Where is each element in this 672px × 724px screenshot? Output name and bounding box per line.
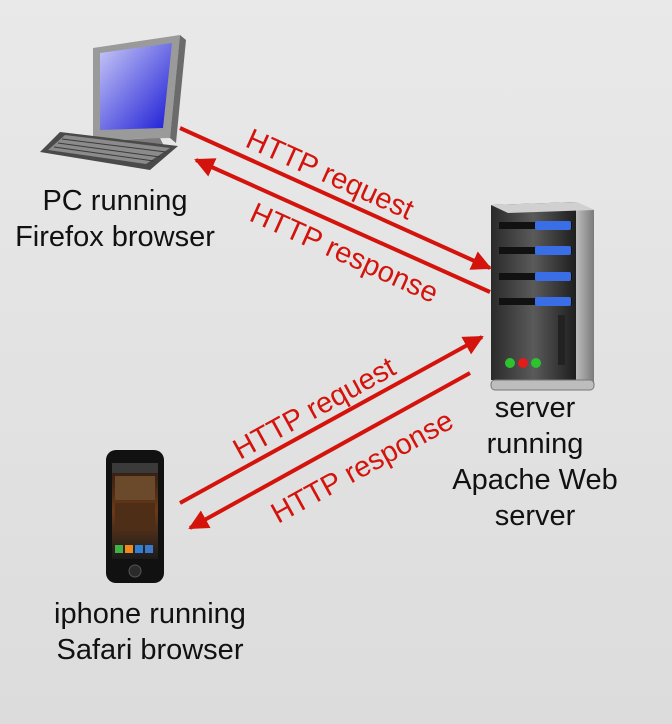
iphone-label: iphone running Safari browser (40, 596, 260, 668)
server-tower-icon (490, 202, 595, 391)
pc-response-label: HTTP response (245, 197, 443, 310)
pc-label-line: PC running (42, 185, 188, 217)
server-label-line: Apache Web (452, 464, 618, 496)
pc-label: PC running Firefox browser (10, 183, 220, 255)
server-label-line: server (494, 392, 576, 424)
server-label-line: running (486, 428, 584, 460)
smartphone-icon (106, 450, 164, 583)
iphone-label-line: Safari browser (56, 634, 244, 666)
desktop-computer-icon (40, 35, 186, 170)
iphone-label-line: iphone running (54, 598, 246, 630)
pc-label-line: Firefox browser (15, 221, 215, 253)
server-label-line: server (494, 500, 576, 532)
server-label: server running Apache Web server (440, 390, 630, 534)
http-client-server-diagram: HTTP request HTTP response HTTP request … (0, 0, 672, 724)
